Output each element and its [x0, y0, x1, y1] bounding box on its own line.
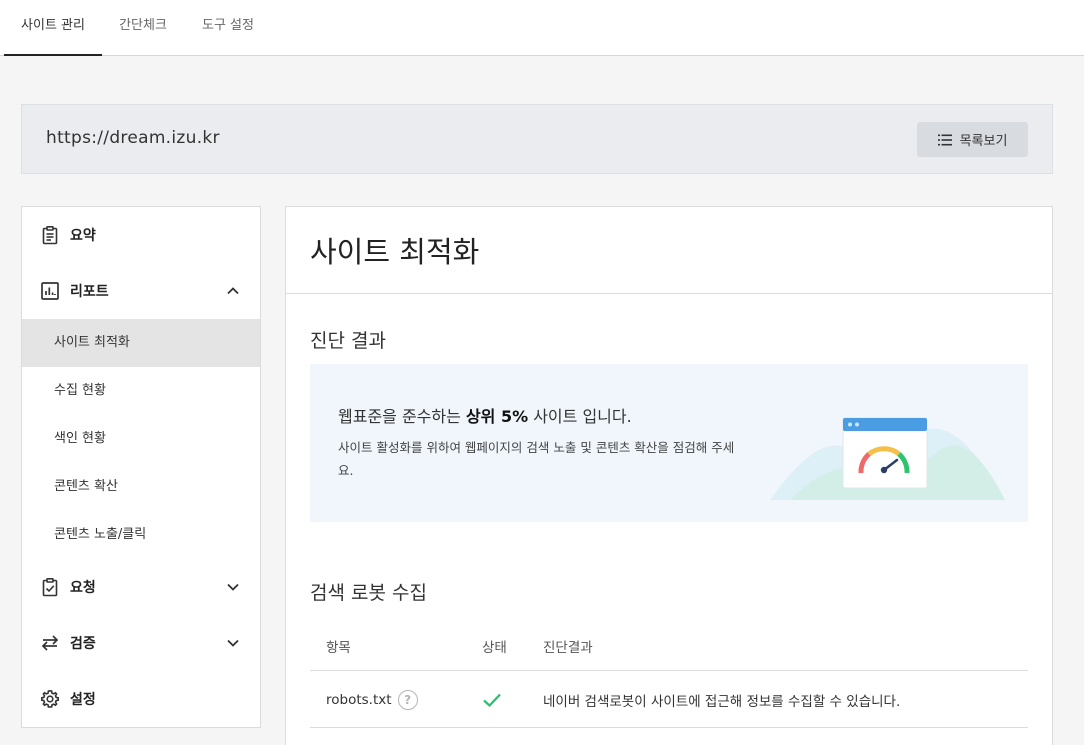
clipboard-icon — [40, 225, 60, 245]
list-icon — [937, 134, 952, 145]
sidebar-item-request[interactable]: 요청 — [22, 559, 260, 615]
sidebar-item-settings[interactable]: 설정 — [22, 671, 260, 727]
sidebar-item-verify[interactable]: 검증 — [22, 615, 260, 671]
list-view-label: 목록보기 — [959, 134, 1008, 149]
row-result-cell: 네이버 검색로봇이 사이트에 접근해 정보를 수집할 수 있습니다. — [543, 693, 901, 710]
diagnosis-highlight: 상위 5% — [465, 407, 529, 426]
diagnosis-result-box: 웹표준을 준수하는 상위 5% 사이트 입니다. 사이트 활성화를 위하여 웹페… — [310, 364, 1028, 522]
tab-site-management[interactable]: 사이트 관리 — [4, 0, 102, 56]
column-header-item: 항목 — [326, 639, 351, 656]
swap-arrows-icon — [40, 633, 60, 653]
bar-chart-icon — [40, 281, 60, 301]
table-header: 항목 상태 진단결과 — [310, 621, 1028, 671]
column-header-status: 상태 — [482, 639, 507, 656]
row-status-cell — [482, 672, 502, 727]
tab-quick-check[interactable]: 간단체크 — [108, 0, 178, 56]
chevron-down-icon — [227, 639, 239, 647]
sidebar-label-request: 요청 — [70, 580, 96, 596]
tab-tool-settings[interactable]: 도구 설정 — [190, 0, 266, 56]
sidebar-label-report: 리포트 — [70, 284, 109, 300]
table-row: robots.txt ? 네이버 검색로봇이 사이트에 접근해 정보를 수집할 … — [310, 672, 1028, 728]
section-title-robot-crawl: 검색 로봇 수집 — [310, 582, 427, 604]
sidebar-item-summary[interactable]: 요약 — [22, 207, 260, 263]
checklist-icon — [40, 577, 60, 597]
speed-gauge-illustration — [770, 417, 1005, 500]
diagnosis-headline: 웹표준을 준수하는 상위 5% 사이트 입니다. — [338, 407, 632, 426]
sidebar-subitem-site-optimization[interactable]: 사이트 최적화 — [22, 319, 260, 367]
page-title: 사이트 최적화 — [310, 235, 480, 269]
diagnosis-description: 사이트 활성화를 위하여 웹페이지의 검색 노출 및 콘텐츠 확산을 점검해 주… — [338, 440, 735, 478]
sidebar-subitem-content-spread[interactable]: 콘텐츠 확산 — [22, 463, 260, 511]
sidebar: 요약 리포트 사이트 최적화 수집 현황 색인 현황 콘텐츠 확산 콘텐츠 노출… — [21, 206, 261, 728]
help-icon[interactable]: ? — [397, 689, 418, 710]
column-header-result: 진단결과 — [543, 639, 593, 656]
row-item-name: robots.txt — [326, 691, 392, 708]
title-divider — [286, 293, 1052, 294]
chevron-up-icon — [227, 287, 239, 295]
site-url-bar: https://dream.izu.kr 목록보기 — [21, 104, 1053, 174]
browser-window-icon — [842, 417, 928, 489]
sidebar-subitem-content-impressions[interactable]: 콘텐츠 노출/클릭 — [22, 511, 260, 559]
gear-icon — [40, 689, 60, 709]
sidebar-item-report[interactable]: 리포트 — [22, 263, 260, 319]
site-url: https://dream.izu.kr — [46, 128, 220, 148]
section-title-diagnosis: 진단 결과 — [310, 330, 386, 352]
sidebar-subitem-crawl-status[interactable]: 수집 현황 — [22, 367, 260, 415]
sidebar-label-settings: 설정 — [70, 692, 96, 708]
sidebar-label-summary: 요약 — [70, 228, 96, 244]
check-icon — [483, 693, 501, 707]
list-view-button[interactable]: 목록보기 — [917, 122, 1028, 157]
chevron-down-icon — [227, 583, 239, 591]
sidebar-subitem-index-status[interactable]: 색인 현황 — [22, 415, 260, 463]
main-panel: 사이트 최적화 진단 결과 웹표준을 준수하는 상위 5% 사이트 입니다. 사… — [285, 206, 1053, 745]
sidebar-label-verify: 검증 — [70, 636, 96, 652]
top-tab-bar: 사이트 관리 간단체크 도구 설정 — [0, 0, 1084, 56]
row-item-cell: robots.txt ? — [326, 672, 418, 727]
